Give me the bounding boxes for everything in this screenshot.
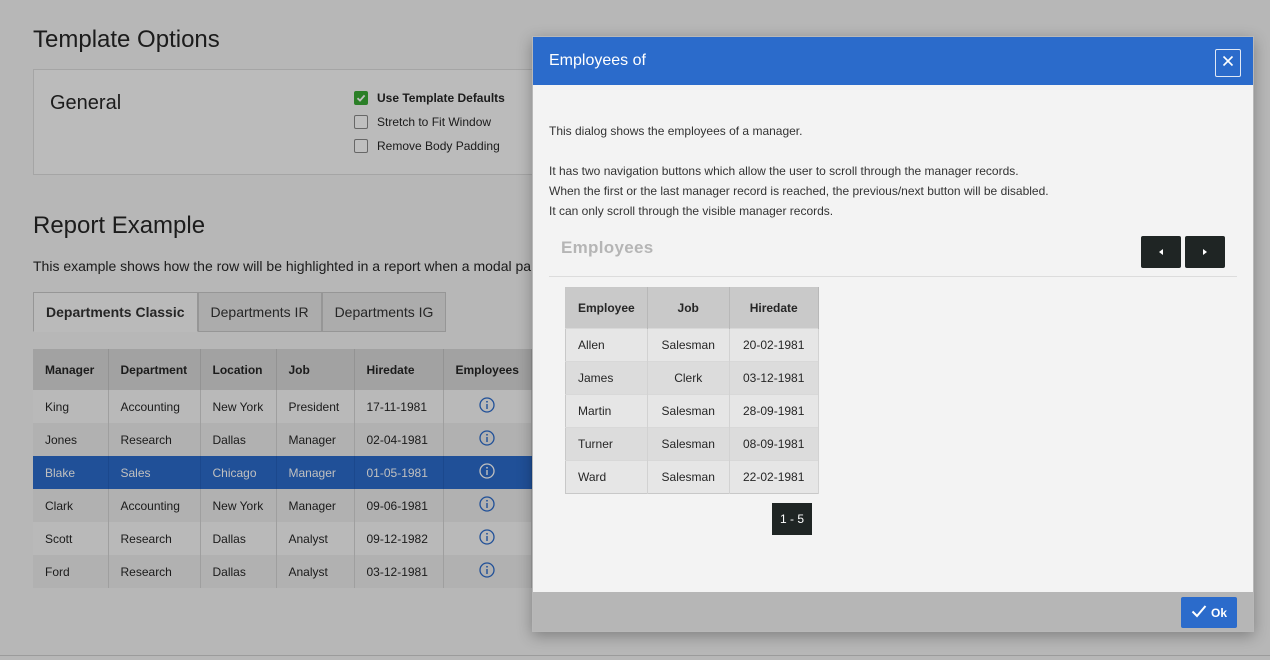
cell: James (565, 361, 648, 395)
cell: 28-09-1981 (729, 394, 819, 428)
cell: Salesman (647, 328, 730, 362)
employees-region-header: Employees (549, 233, 1237, 277)
table-row: James Clerk 03-12-1981 (565, 361, 819, 395)
cell: Allen (565, 328, 648, 362)
cell: Salesman (647, 394, 730, 428)
cell: Salesman (647, 427, 730, 461)
cell: 22-02-1981 (729, 460, 819, 494)
table-header-row: Employee Job Hiredate (565, 287, 819, 329)
dialog-paragraph: When the first or the last manager recor… (549, 184, 1049, 198)
column-header[interactable]: Job (647, 287, 730, 329)
dialog-paragraph: It can only scroll through the visible m… (549, 204, 834, 218)
cell: 20-02-1981 (729, 328, 819, 362)
cell: Martin (565, 394, 648, 428)
dialog-header: Employees of (533, 37, 1253, 85)
cell: Turner (565, 427, 648, 461)
dialog-description: This dialog shows the employees of a man… (549, 121, 1049, 221)
triangle-right-icon (1201, 243, 1209, 261)
dialog-footer: Ok (533, 592, 1253, 631)
column-header[interactable]: Hiredate (729, 287, 819, 329)
triangle-left-icon (1157, 243, 1165, 261)
next-manager-button[interactable] (1185, 236, 1225, 268)
dialog-title: Employees of (549, 52, 646, 69)
table-row: Turner Salesman 08-09-1981 (565, 427, 819, 461)
previous-manager-button[interactable] (1141, 236, 1181, 268)
cell: Salesman (647, 460, 730, 494)
close-icon (1222, 54, 1234, 72)
pagination-indicator: 1 - 5 (772, 503, 812, 535)
dialog-paragraph: It has two navigation buttons which allo… (549, 164, 1019, 178)
cell: 03-12-1981 (729, 361, 819, 395)
column-header[interactable]: Employee (565, 287, 648, 329)
employees-table: Employee Job Hiredate Allen Salesman 20-… (565, 287, 819, 494)
cell: Clerk (647, 361, 730, 395)
ok-button[interactable]: Ok (1180, 597, 1237, 628)
dialog-paragraph: This dialog shows the employees of a man… (549, 124, 803, 138)
employees-dialog: Employees of This dialog shows the emplo… (532, 36, 1254, 632)
ok-button-label: Ok (1210, 605, 1227, 620)
table-row: Allen Salesman 20-02-1981 (565, 328, 819, 362)
table-row: Ward Salesman 22-02-1981 (565, 460, 819, 494)
dialog-close-button[interactable] (1215, 49, 1241, 77)
employees-region-title: Employees (561, 238, 654, 257)
cell: 08-09-1981 (729, 427, 819, 461)
check-icon (1191, 604, 1207, 621)
cell: Ward (565, 460, 648, 494)
table-row: Martin Salesman 28-09-1981 (565, 394, 819, 428)
